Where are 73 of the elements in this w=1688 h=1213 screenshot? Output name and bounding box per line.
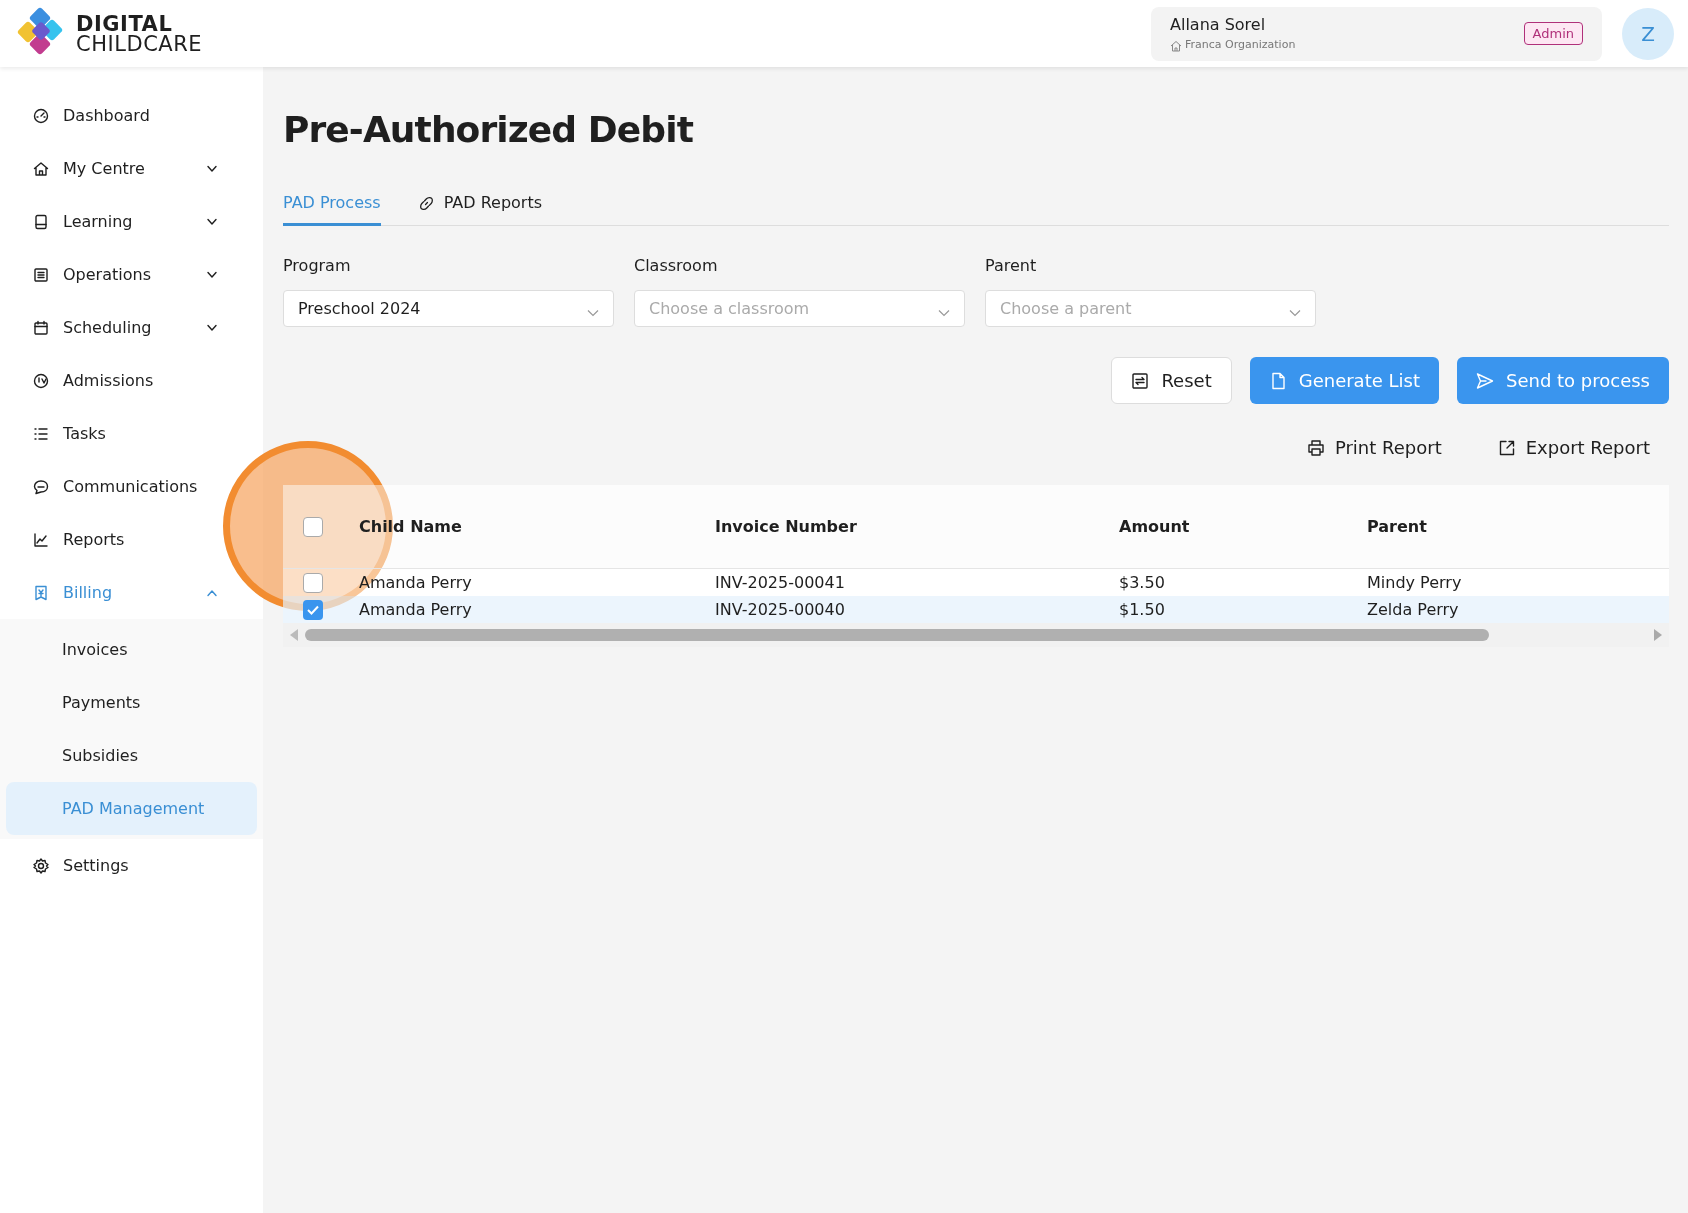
user-name: Allana Sorel xyxy=(1170,14,1267,37)
external-link-icon xyxy=(1497,438,1516,457)
list-icon xyxy=(33,425,49,442)
column-header: Child Name xyxy=(358,515,463,538)
chevron-icon xyxy=(587,308,599,317)
page-title: Pre-Authorized Debit xyxy=(283,108,694,152)
select-field[interactable]: Preschool 2024 xyxy=(283,290,614,327)
checkmark-icon xyxy=(307,604,319,615)
table-cell-text: Zelda Perry xyxy=(1366,599,1460,620)
table-row[interactable]: Amanda Perry INV-2025-00040 $1.50 Zelda Perry xyxy=(283,596,1669,623)
sidebar-item[interactable]: Communications xyxy=(0,460,220,513)
sidebar-subitem[interactable]: Invoices xyxy=(6,623,257,676)
sidebar-item[interactable]: Operations xyxy=(0,248,222,301)
sidebar-item[interactable]: My Centre xyxy=(0,142,222,195)
horizontal-scrollbar[interactable] xyxy=(305,629,1489,641)
printer-icon xyxy=(1306,438,1325,457)
report-link[interactable]: Export Report xyxy=(1497,434,1650,461)
chevron-icon xyxy=(206,323,218,332)
chevron-icon xyxy=(1289,308,1301,317)
chevron-icon xyxy=(938,308,950,317)
checkbox[interactable] xyxy=(303,516,323,537)
sidebar-item[interactable]: Settings xyxy=(0,839,220,892)
gear-icon xyxy=(33,857,49,874)
table-cell-text: Amanda Perry xyxy=(358,572,473,593)
tab[interactable]: PAD Reports xyxy=(418,183,543,226)
refresh-icon xyxy=(1131,371,1150,390)
sidebar-subitem[interactable]: Payments xyxy=(6,676,257,729)
sidebar-item[interactable]: Reports xyxy=(0,513,220,566)
column-header: Amount xyxy=(1118,515,1191,538)
home-icon xyxy=(33,160,49,177)
chat-icon xyxy=(33,478,49,495)
line-chart-icon xyxy=(33,531,49,548)
field-label: Classroom xyxy=(634,255,719,277)
field-label: Program xyxy=(283,255,352,277)
chevron-icon xyxy=(206,270,218,279)
brand-name: CHILDCARE xyxy=(76,33,203,54)
column-header: Parent xyxy=(1366,515,1428,538)
list-box-icon xyxy=(33,266,49,283)
chevron-icon xyxy=(206,217,218,226)
scroll-left-icon[interactable] xyxy=(289,629,299,641)
action-button[interactable]: Reset xyxy=(1111,357,1232,404)
table-cell-text: Amanda Perry xyxy=(358,599,473,620)
scroll-right-icon[interactable] xyxy=(1653,629,1663,641)
table-cell-text: INV-2025-00040 xyxy=(714,599,846,620)
role-badge: Admin xyxy=(1523,21,1583,46)
sidebar-item[interactable]: Tasks xyxy=(0,407,220,460)
table-cell-text: $3.50 xyxy=(1118,572,1166,593)
chevron-icon xyxy=(206,164,218,173)
organization-name: Franca Organization xyxy=(1185,37,1296,54)
chevron-icon xyxy=(206,588,218,597)
field-label: Parent xyxy=(985,255,1038,277)
report-link[interactable]: Print Report xyxy=(1306,434,1442,461)
calendar-icon xyxy=(33,319,49,336)
sidebar-subitem[interactable]: Subsidies xyxy=(6,729,257,782)
checkbox[interactable] xyxy=(303,599,323,620)
gauge-icon xyxy=(33,107,49,124)
table-cell-text: $1.50 xyxy=(1118,599,1166,620)
home-icon xyxy=(1170,39,1182,52)
checkbox[interactable] xyxy=(303,572,323,593)
link-icon xyxy=(418,195,434,211)
send-icon xyxy=(1475,371,1494,390)
table-cell-text: Mindy Perry xyxy=(1366,572,1463,593)
sidebar-item[interactable]: Learning xyxy=(0,195,222,248)
sidebar-item[interactable]: Admissions xyxy=(0,354,220,407)
user-card[interactable]: Allana Sorel Franca Organization Admin xyxy=(1151,6,1602,61)
sidebar-item[interactable]: Dashboard xyxy=(0,89,220,142)
sidebar-item[interactable]: Billing xyxy=(0,566,222,619)
brand-name: DIGITAL xyxy=(76,13,173,34)
table-cell-text: INV-2025-00041 xyxy=(714,572,846,593)
sidebar-item[interactable]: Scheduling xyxy=(0,301,222,354)
column-header: Invoice Number xyxy=(714,515,858,538)
book-icon xyxy=(33,213,49,230)
receipt-icon xyxy=(33,584,49,601)
